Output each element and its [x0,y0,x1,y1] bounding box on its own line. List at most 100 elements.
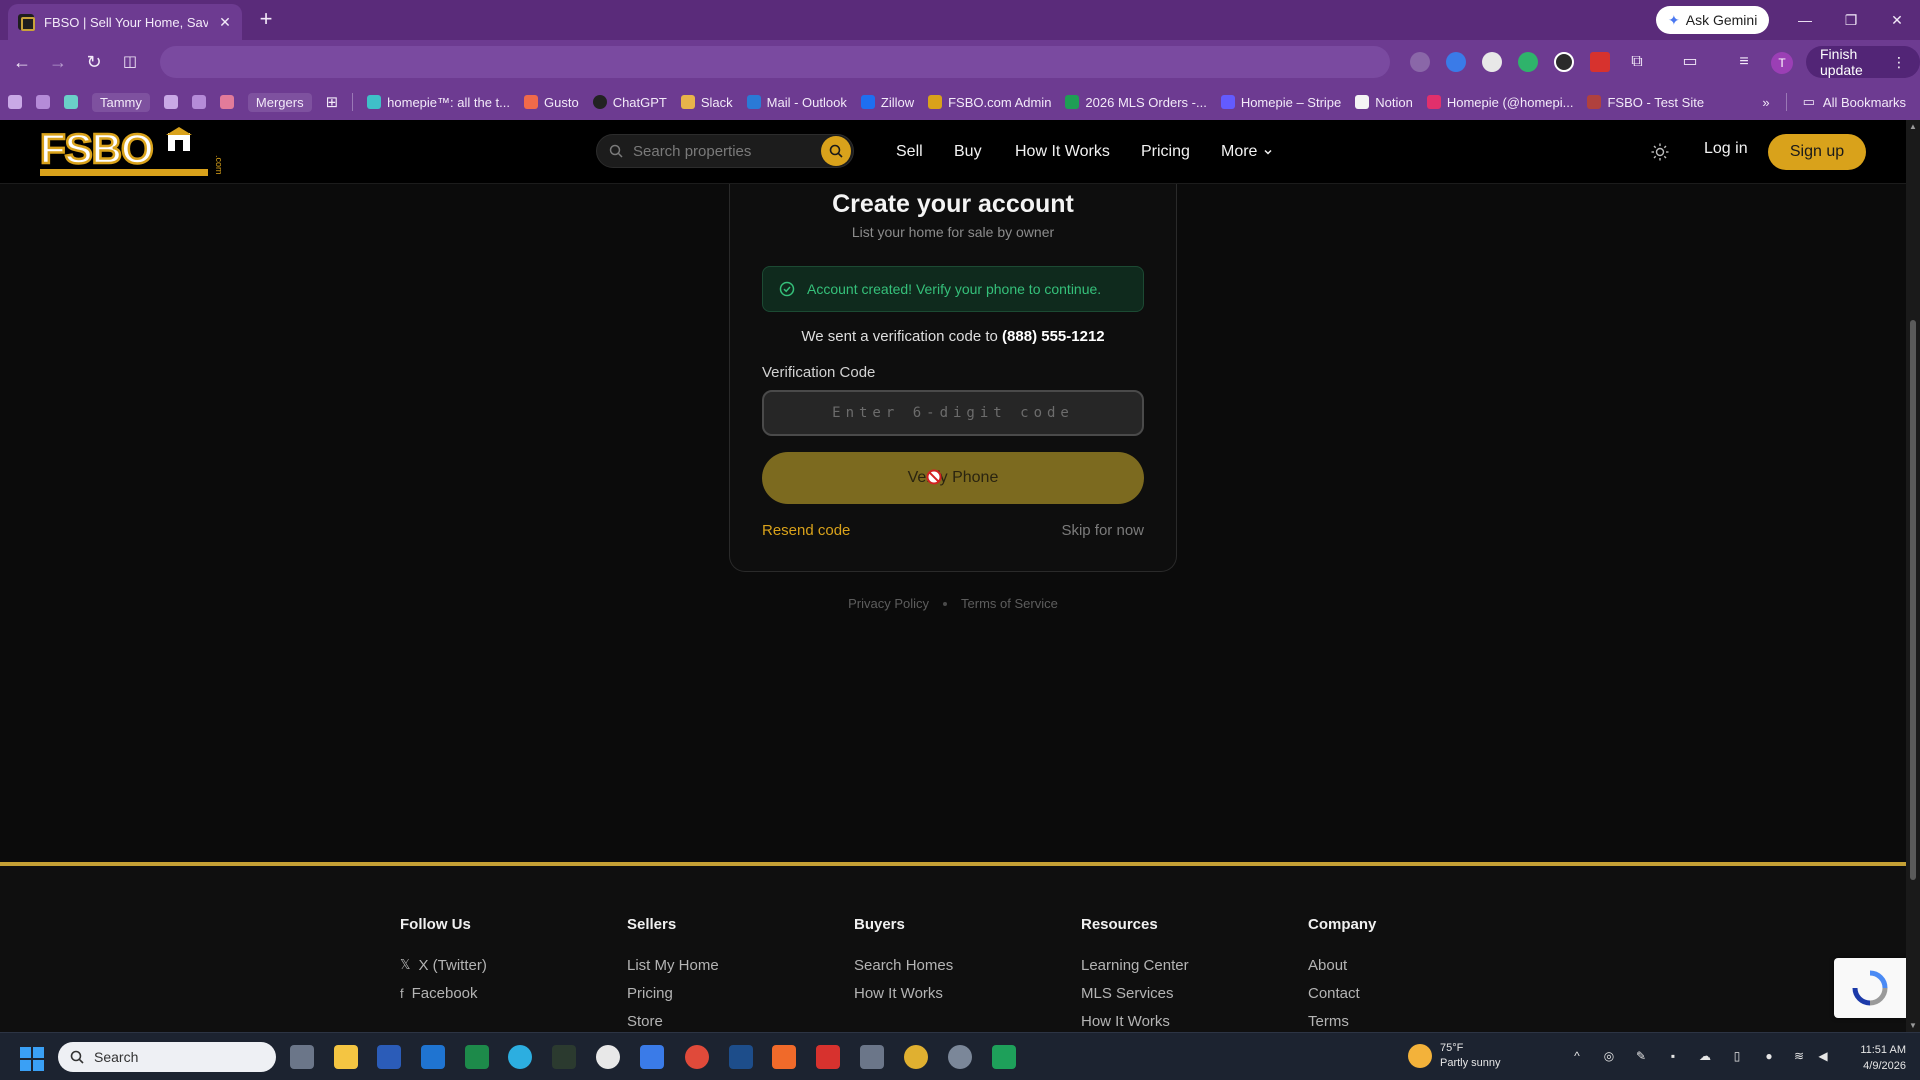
acrobat-icon[interactable] [816,1045,840,1069]
back-icon[interactable]: ← [10,50,34,74]
footer-link[interactable]: How It Works [1081,1007,1189,1032]
fsbo-logo[interactable]: FSBO .com [38,125,226,177]
app-icon[interactable] [729,1045,753,1069]
system-clock[interactable]: 11:51 AM 4/9/2026 [1840,1042,1906,1074]
taskbar-search[interactable]: Search [58,1042,276,1072]
privacy-policy-link[interactable]: Privacy Policy [848,596,929,611]
finish-update-button[interactable]: Finish update ⋮ [1806,46,1920,78]
weather-widget[interactable]: 75°F Partly sunny [1408,1041,1501,1071]
skip-for-now-link[interactable]: Skip for now [1061,522,1144,539]
bookmark-outlook[interactable]: Mail - Outlook [746,95,847,110]
footer-link[interactable]: Store [627,1007,719,1032]
bookmark-fsbo-test[interactable]: FSBO - Test Site [1587,95,1704,110]
bookmark-stripe[interactable]: Homepie – Stripe [1220,95,1341,110]
slack-icon[interactable] [596,1045,620,1069]
bookmark-instagram[interactable]: Homepie (@homepi... [1426,95,1573,110]
gear-extension-icon[interactable] [1446,52,1466,72]
scroll-down-icon[interactable]: ▼ [1909,1021,1917,1030]
bookmark-mergers[interactable]: Mergers [247,92,312,112]
search-submit-button[interactable] [821,136,851,166]
bookmark-folder[interactable] [8,95,22,109]
app-icon[interactable] [992,1045,1016,1069]
chevron-up-icon[interactable]: ^ [1570,1049,1584,1063]
file-explorer-icon[interactable] [334,1045,358,1069]
windows-start-icon[interactable] [20,1047,44,1071]
nav-buy[interactable]: Buy [954,120,982,184]
bookmark-slack[interactable]: Slack [680,95,733,110]
property-search[interactable]: Search properties [596,134,854,168]
pen-icon[interactable]: ✎ [1634,1049,1648,1063]
footer-link[interactable]: How It Works [854,979,953,1007]
footer-link[interactable]: List My Home [627,951,719,979]
nav-how-it-works[interactable]: How It Works [1015,120,1110,184]
bookmark-zillow[interactable]: Zillow [860,95,914,110]
address-bar[interactable] [160,46,1390,78]
media-icon[interactable]: ≡ [1732,50,1756,74]
settings-icon[interactable] [948,1045,972,1069]
nav-sell[interactable]: Sell [896,120,923,184]
resend-code-link[interactable]: Resend code [762,522,850,539]
reload-icon[interactable]: ↻ [82,50,106,74]
footer-link[interactable]: MLS Services [1081,979,1189,1007]
footer-link-facebook[interactable]: f Facebook [400,979,487,1007]
footer-link-x[interactable]: 𝕏 X (Twitter) [400,951,487,979]
scrollbar-thumb[interactable] [1910,320,1916,880]
ask-gemini-button[interactable]: ✦ Ask Gemini [1656,6,1770,34]
forward-icon[interactable]: → [46,50,70,74]
calculator-icon[interactable] [860,1045,884,1069]
minimize-icon[interactable]: — [1790,8,1820,32]
restore-icon[interactable]: ❐ [1836,8,1866,32]
bookmark-tammy[interactable]: Tammy [92,92,150,112]
outlook-icon[interactable] [421,1045,445,1069]
extension-icon[interactable] [1518,52,1538,72]
nav-pricing[interactable]: Pricing [1141,120,1190,184]
bookmark-notion[interactable]: Notion [1355,95,1413,110]
chrome-icon[interactable] [685,1045,709,1069]
footer-link[interactable]: Terms [1308,1007,1376,1032]
edge-icon[interactable] [508,1045,532,1069]
bookmark-folder[interactable] [191,95,206,109]
app-tray-icon[interactable]: ▪ [1666,1049,1680,1063]
close-window-icon[interactable]: ✕ [1882,8,1912,32]
more-bookmarks-icon[interactable]: » [1762,95,1769,110]
verify-phone-button[interactable]: Verify Phone [762,452,1144,504]
scroll-up-icon[interactable]: ▲ [1909,122,1917,131]
bookmark-folder[interactable] [219,95,234,109]
signup-button[interactable]: Sign up [1768,134,1866,170]
bookmark-mls-orders[interactable]: 2026 MLS Orders -... [1065,95,1207,110]
apps-grid-icon[interactable]: ⊞ [326,93,339,111]
extension-icon[interactable] [1554,52,1574,72]
bookmark-fsbo-admin[interactable]: FSBO.com Admin [928,95,1051,110]
browser-tab[interactable]: FBSO | Sell Your Home, Save Th ✕ [8,4,242,40]
footer-link[interactable]: Contact [1308,979,1376,1007]
bookmark-folder[interactable] [36,95,50,109]
bookmark-chatgpt[interactable]: ChatGPT [592,95,667,110]
bookmark-folder[interactable] [64,95,78,109]
login-link[interactable]: Log in [1704,140,1748,158]
profile-avatar[interactable]: T [1771,52,1793,74]
pen-extension-icon[interactable] [1410,52,1430,72]
pdf-extension-icon[interactable] [1590,52,1610,72]
recaptcha-badge[interactable] [1834,958,1906,1018]
sun-icon[interactable] [1650,142,1670,162]
app-icon[interactable] [772,1045,796,1069]
wifi-icon[interactable]: ≋ [1792,1049,1806,1063]
task-view-icon[interactable] [290,1045,314,1069]
footer-link[interactable]: Learning Center [1081,951,1189,979]
speaker-icon[interactable]: ◀ [1816,1049,1830,1063]
nav-more[interactable]: More [1221,120,1273,184]
tab-close-icon[interactable]: ✕ [218,14,232,31]
page-scrollbar[interactable]: ▲ ▼ [1906,120,1920,1032]
terms-of-service-link[interactable]: Terms of Service [961,596,1058,611]
new-tab-icon[interactable]: + [254,8,278,32]
battery-icon[interactable]: ▯ [1730,1049,1744,1063]
verification-code-input[interactable] [762,390,1144,436]
excel-icon[interactable] [465,1045,489,1069]
chrome-icon[interactable] [904,1045,928,1069]
microphone-icon[interactable]: ● [1762,1049,1776,1063]
headset-icon[interactable]: ◎ [1602,1049,1616,1063]
footer-link[interactable]: About [1308,951,1376,979]
bookmark-folder[interactable] [163,95,178,109]
all-bookmarks[interactable]: All Bookmarks [1823,95,1906,110]
onedrive-icon[interactable]: ☁ [1698,1049,1712,1063]
